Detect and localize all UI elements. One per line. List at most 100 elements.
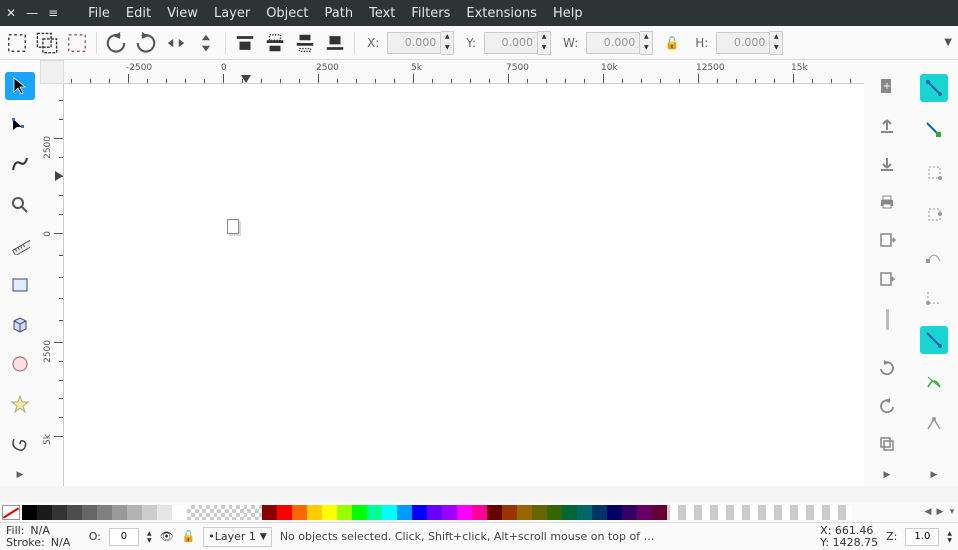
color-swatch[interactable] — [82, 505, 97, 520]
menu-file[interactable]: File — [84, 4, 114, 23]
color-swatch[interactable] — [112, 505, 127, 520]
snap-path-icon[interactable] — [920, 326, 948, 354]
ruler-origin-corner[interactable] — [40, 60, 64, 84]
layer-selector[interactable]: •Layer 1 ▼ — [203, 527, 272, 547]
color-swatch[interactable] — [592, 505, 607, 520]
fill-stroke-indicator[interactable]: Fill:N/A Stroke:N/A — [6, 525, 81, 549]
zoom-tool[interactable] — [5, 191, 35, 219]
save-icon[interactable] — [873, 151, 901, 176]
color-swatch[interactable] — [262, 505, 277, 520]
color-swatch[interactable] — [622, 505, 637, 520]
color-swatch[interactable] — [67, 505, 82, 520]
color-swatch[interactable] — [397, 505, 412, 520]
color-swatch[interactable] — [172, 505, 187, 520]
palette-left-icon[interactable]: ◀ — [922, 507, 934, 517]
menu-filters[interactable]: Filters — [407, 4, 454, 23]
color-swatch[interactable] — [97, 505, 112, 520]
snap-bbox-icon[interactable] — [920, 116, 948, 144]
color-swatch[interactable] — [292, 505, 307, 520]
color-swatch[interactable] — [157, 505, 172, 520]
close-window-button[interactable]: ✕ — [6, 6, 16, 20]
snap-node-corner-icon[interactable] — [920, 284, 948, 312]
color-swatch[interactable] — [232, 505, 247, 520]
color-swatch[interactable] — [607, 505, 622, 520]
select-in-layers-icon[interactable] — [36, 32, 58, 54]
measure-tool[interactable] — [5, 231, 35, 259]
palette-menu-icon[interactable]: ▾ — [946, 507, 958, 517]
flip-vertical-icon[interactable] — [195, 32, 217, 54]
color-swatch[interactable] — [382, 505, 397, 520]
color-swatch[interactable] — [652, 505, 667, 520]
commands-scrollbar[interactable] — [886, 309, 889, 330]
vertical-ruler[interactable]: 2500025005k — [40, 84, 64, 486]
menu-edit[interactable]: Edit — [122, 4, 155, 23]
y-spinbox[interactable]: ▲▼ — [484, 31, 551, 55]
3dbox-tool[interactable] — [5, 311, 35, 339]
no-fill-swatch[interactable] — [2, 505, 20, 520]
raise-icon[interactable] — [264, 32, 286, 54]
lock-aspect-icon[interactable]: 🔓 — [661, 32, 683, 54]
minimize-window-button[interactable]: — — [26, 6, 38, 20]
opacity-input[interactable] — [109, 528, 139, 546]
tool-options-menu-icon[interactable]: ▼ — [944, 37, 952, 48]
color-palette[interactable] — [22, 505, 852, 520]
undo-icon[interactable] — [873, 354, 901, 379]
duplicate-icon[interactable] — [873, 431, 901, 456]
rotate-cw-icon[interactable] — [135, 32, 157, 54]
flip-horizontal-icon[interactable] — [165, 32, 187, 54]
select-all-icon[interactable] — [6, 32, 28, 54]
import-icon[interactable] — [873, 228, 901, 253]
color-swatch[interactable] — [502, 505, 517, 520]
color-swatch[interactable] — [442, 505, 457, 520]
lower-to-bottom-icon[interactable] — [324, 32, 346, 54]
snap-bbox-corner-icon[interactable] — [920, 158, 948, 186]
menu-view[interactable]: View — [163, 4, 202, 23]
color-swatch[interactable] — [412, 505, 427, 520]
color-swatch[interactable] — [487, 505, 502, 520]
raise-to-top-icon[interactable] — [234, 32, 256, 54]
toolbox-more-icon[interactable]: ▶ — [17, 470, 24, 480]
node-tool[interactable] — [5, 112, 35, 140]
color-swatch[interactable] — [472, 505, 487, 520]
rectangle-tool[interactable] — [5, 271, 35, 299]
color-swatch[interactable] — [337, 505, 352, 520]
h-spinbox[interactable]: ▲▼ — [716, 31, 783, 55]
selector-tool[interactable] — [5, 72, 35, 100]
canvas[interactable] — [64, 84, 864, 486]
color-swatch[interactable] — [187, 505, 202, 520]
menu-layer[interactable]: Layer — [210, 4, 254, 23]
color-swatch[interactable] — [532, 505, 547, 520]
color-swatch[interactable] — [37, 505, 52, 520]
color-swatch[interactable] — [562, 505, 577, 520]
color-swatch[interactable] — [517, 505, 532, 520]
color-swatch[interactable] — [427, 505, 442, 520]
color-swatch[interactable] — [217, 505, 232, 520]
color-swatch[interactable] — [247, 505, 262, 520]
snap-bbox-edge-icon[interactable] — [920, 200, 948, 228]
color-swatch[interactable] — [457, 505, 472, 520]
spiral-tool[interactable] — [5, 430, 35, 458]
new-document-icon[interactable]: + — [873, 74, 901, 99]
menu-extensions[interactable]: Extensions — [462, 4, 541, 23]
color-swatch[interactable] — [22, 505, 37, 520]
open-icon[interactable] — [873, 113, 901, 138]
w-spinbox[interactable]: ▲▼ — [586, 31, 653, 55]
zoom-input[interactable] — [905, 528, 939, 546]
x-spinbox[interactable]: ▲▼ — [387, 31, 454, 55]
rotate-ccw-icon[interactable] — [105, 32, 127, 54]
color-swatch[interactable] — [202, 505, 217, 520]
lower-icon[interactable] — [294, 32, 316, 54]
menu-text[interactable]: Text — [365, 4, 399, 23]
menu-help[interactable]: Help — [549, 4, 587, 23]
star-tool[interactable] — [5, 390, 35, 418]
layer-lock-icon[interactable]: 🔓 — [182, 530, 196, 543]
color-swatch[interactable] — [322, 505, 337, 520]
window-menu-button[interactable]: ≡ — [48, 6, 58, 20]
redo-icon[interactable] — [873, 393, 901, 418]
ellipse-tool[interactable] — [5, 351, 35, 379]
snap-enable-icon[interactable] — [920, 74, 948, 102]
snap-node-icon[interactable] — [920, 242, 948, 270]
menu-object[interactable]: Object — [262, 4, 312, 23]
commands-more-icon[interactable]: ▶ — [884, 470, 891, 480]
palette-right-icon[interactable]: ▶ — [934, 507, 946, 517]
